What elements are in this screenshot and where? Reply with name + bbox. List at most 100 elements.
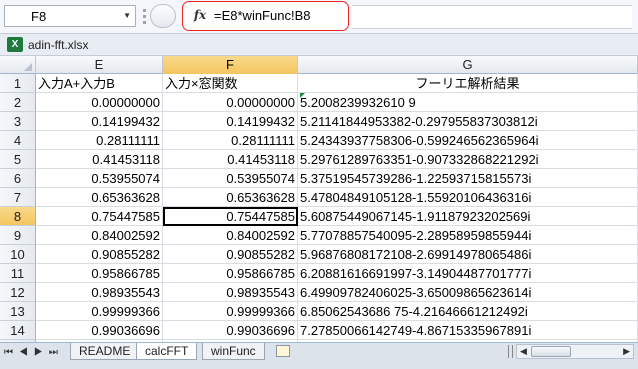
cell-e[interactable]: 0.84002592 [36,226,163,245]
formula-input[interactable]: =E8*winFunc!B8 [214,8,310,23]
table-row: 7 0.65363628 0.65363628 5.47804849105128-1.… [0,188,638,207]
error-indicator-icon [300,93,305,98]
tab-split-handle[interactable] [508,345,513,358]
table-row: 9 0.84002592 0.84002592 5.77078857540095-2.… [0,226,638,245]
cell-e[interactable]: 0.53955074 [36,169,163,188]
cell-g[interactable]: 5.2008239932610 9 [298,93,638,112]
cell-g[interactable]: 7.27850066142749-4.86715335967891i [298,321,638,340]
row-header[interactable]: 13 [0,302,36,321]
formula-cancel-button[interactable] [150,4,176,28]
row-header[interactable]: 10 [0,245,36,264]
scroll-right-icon[interactable]: ▶ [623,345,630,358]
cell-f[interactable]: 0.95866785 [163,264,298,283]
cell-g[interactable]: 6.85062543686 75-4.21646661212492i [298,302,638,321]
column-header-g[interactable]: G [298,56,638,74]
cell-g[interactable]: 5.21141844953382-0.297955837303812i [298,112,638,131]
cell-g[interactable]: フーリエ解析結果 [298,74,638,93]
cell-e[interactable]: 0.65363628 [36,188,163,207]
table-row: 3 0.14199432 0.14199432 5.21141844953382-0.… [0,112,638,131]
row-header[interactable]: 4 [0,131,36,150]
cell-f[interactable]: 0.00000000 [163,93,298,112]
sheet-nav-buttons[interactable]: ⏮◀▶⏭ [4,347,64,358]
column-header-e[interactable]: E [36,56,163,74]
cell-g[interactable]: 5.29761289763351-0.907332868221292i [298,150,638,169]
workbook-title-bar: X adin-fft.xlsx [0,34,638,56]
row-header[interactable]: 12 [0,283,36,302]
cell-e[interactable]: 0.14199432 [36,112,163,131]
cell-f[interactable]: 0.75447585 [163,207,298,226]
horizontal-scrollbar[interactable]: ◀ ▶ [516,344,634,359]
table-row: 13 0.99999366 0.99999366 6.85062543686 75-4… [0,302,638,321]
table-row: 6 0.53955074 0.53955074 5.37519545739286-1.… [0,169,638,188]
row-header[interactable]: 14 [0,321,36,340]
column-header-f[interactable]: F [163,56,298,74]
table-row: 14 0.99036696 0.99036696 7.27850066142749-4… [0,321,638,340]
column-header-row: E F G [0,56,638,74]
cell-e[interactable]: 0.98935543 [36,283,163,302]
table-row: 1 入力A+入力B 入力×窓関数 フーリエ解析結果 [0,74,638,93]
select-all-corner[interactable] [0,56,36,74]
insert-sheet-icon[interactable] [276,345,290,357]
table-row: 10 0.90855282 0.90855282 5.96876808172108-2… [0,245,638,264]
cell-e[interactable]: 0.99036696 [36,321,163,340]
sheet-tab-winfunc[interactable]: winFunc [202,343,265,360]
sheet-tab-readme[interactable]: README [70,343,140,360]
cell-e[interactable]: 0.28111111 [36,131,163,150]
sheet-tab-calcfft[interactable]: calcFFT [136,343,198,360]
cell-e[interactable]: 入力A+入力B [36,74,163,93]
table-row: 8 0.75447585 0.75447585 5.60875449067145-1.… [0,207,638,226]
row-header[interactable]: 3 [0,112,36,131]
scroll-thumb[interactable] [531,346,571,357]
formula-bar-splitter[interactable] [141,6,149,26]
cell-g[interactable]: 5.24343937758306-0.599246562365964i [298,131,638,150]
name-box-value: F8 [31,9,47,24]
row-header[interactable]: 8 [0,207,36,226]
cell-f[interactable]: 0.98935543 [163,283,298,302]
cell-f[interactable]: 0.84002592 [163,226,298,245]
sheet-tab-bar: ⏮◀▶⏭ README calcFFT winFunc ◀ ▶ [0,342,638,369]
row-header[interactable]: 7 [0,188,36,207]
cell-f[interactable]: 入力×窓関数 [163,74,298,93]
table-row: 2 0.00000000 0.00000000 5.2008239932610 9 [0,93,638,112]
cell-g[interactable]: 5.96876808172108-2.69914978065486i [298,245,638,264]
cell-f[interactable]: 0.90855282 [163,245,298,264]
excel-workbook-icon: X [7,37,23,52]
formula-highlight-box: fx =E8*winFunc!B8 [182,1,349,31]
name-box-dropdown-icon[interactable]: ▼ [123,11,131,20]
cell-f[interactable]: 0.99999366 [163,302,298,321]
cell-f[interactable]: 0.41453118 [163,150,298,169]
cell-g[interactable]: 5.47804849105128-1.55920106436316i [298,188,638,207]
row-header[interactable]: 1 [0,74,36,93]
insert-function-icon[interactable]: fx [191,8,209,24]
cell-g[interactable]: 5.60875449067145-1.91187923202569i [298,207,638,226]
cell-g[interactable]: 6.20881616691997-3.14904487701777i [298,264,638,283]
cell-e[interactable]: 0.90855282 [36,245,163,264]
cell-e[interactable]: 0.00000000 [36,93,163,112]
row-header[interactable]: 2 [0,93,36,112]
name-box[interactable]: F8 ▼ [4,5,136,27]
row-header[interactable]: 6 [0,169,36,188]
cell-e[interactable]: 0.95866785 [36,264,163,283]
table-row: 5 0.41453118 0.41453118 5.29761289763351-0.… [0,150,638,169]
cell-f[interactable]: 0.65363628 [163,188,298,207]
cell-f[interactable]: 0.53955074 [163,169,298,188]
table-row: 12 0.98935543 0.98935543 6.49909782406025-3… [0,283,638,302]
table-row: 11 0.95866785 0.95866785 6.20881616691997-3… [0,264,638,283]
cell-e[interactable]: 0.75447585 [36,207,163,226]
cell-f[interactable]: 0.99036696 [163,321,298,340]
cell-f[interactable]: 0.28111111 [163,131,298,150]
cell-f[interactable]: 0.14199432 [163,112,298,131]
scroll-left-icon[interactable]: ◀ [520,345,527,358]
cell-e[interactable]: 0.99999366 [36,302,163,321]
cell-g[interactable]: 5.77078857540095-2.28958959855944i [298,226,638,245]
formula-bar: F8 ▼ fx =E8*winFunc!B8 [0,0,638,34]
table-row: 4 0.28111111 0.28111111 5.24343937758306-0.… [0,131,638,150]
row-header[interactable]: 9 [0,226,36,245]
cell-g[interactable]: 5.37519545739286-1.22593715815573i [298,169,638,188]
row-header[interactable]: 5 [0,150,36,169]
workbook-title: adin-fft.xlsx [28,38,89,52]
cell-g[interactable]: 6.49909782406025-3.65009865623614i [298,283,638,302]
cell-e[interactable]: 0.41453118 [36,150,163,169]
row-header[interactable]: 11 [0,264,36,283]
formula-input-area[interactable] [352,5,632,29]
